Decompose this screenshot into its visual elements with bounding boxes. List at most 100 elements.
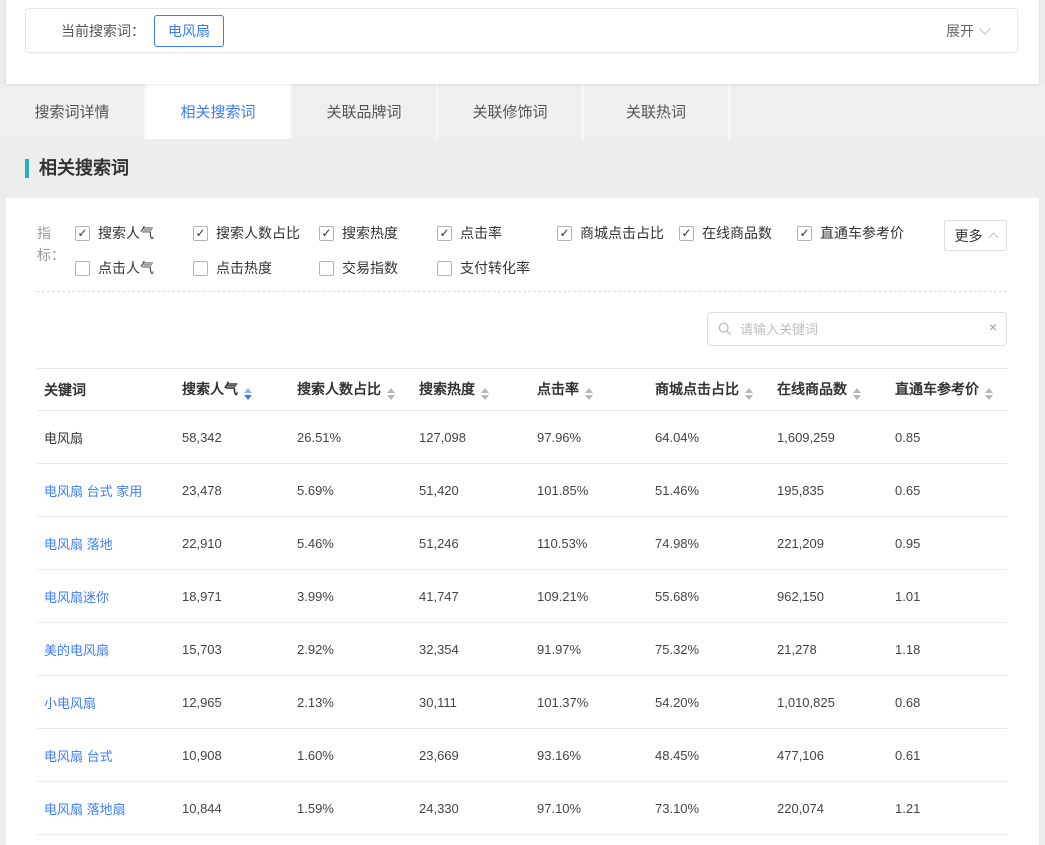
value-cell: 75.32% [655, 623, 777, 676]
keyword-link[interactable]: 电风扇 落地扇 [44, 802, 126, 817]
column-header[interactable]: 商城点击占比 [655, 369, 777, 411]
table-row: 电风扇 落地扇10,8441.59%24,33097.10%73.10%220,… [37, 782, 1007, 835]
value-cell: 0.85 [895, 411, 1007, 464]
checkbox-icon[interactable] [557, 226, 572, 241]
column-header-label: 搜索人气 [182, 381, 238, 397]
metrics-checkbox-grid: 搜索人气 搜索人数占比搜索热度点击率 商城点击占比 在线商品数 直通车参考价点击人气 点击… [75, 222, 957, 279]
search-input[interactable] [707, 312, 1007, 346]
metric-label: 搜索人数占比 [216, 223, 300, 243]
value-cell: 51,420 [419, 464, 537, 517]
checkbox-icon[interactable] [679, 226, 694, 241]
checkbox-icon[interactable] [193, 226, 208, 241]
sort-caret-icon[interactable] [853, 388, 861, 400]
checkbox-icon[interactable] [75, 261, 90, 276]
column-header-label: 直通车参考价 [895, 381, 979, 397]
value-cell: 51.46% [655, 464, 777, 517]
metric-checkbox-item[interactable]: 支付转化率 [437, 257, 557, 279]
metric-checkbox-item[interactable]: 搜索人数占比 [193, 222, 319, 244]
keyword-cell: 美的电风扇 [37, 623, 182, 676]
keyword-link[interactable]: 电风扇 台式 [44, 749, 113, 764]
keyword-link[interactable]: 电风扇 台式 家用 [44, 484, 142, 499]
metric-label: 商城点击占比 [580, 223, 664, 243]
column-header: 关键词 [37, 369, 182, 411]
metric-label: 在线商品数 [702, 223, 772, 243]
metric-checkbox-item[interactable]: 点击人气 [75, 257, 193, 279]
value-cell: 109.21% [537, 570, 655, 623]
clear-icon[interactable]: × [989, 319, 997, 335]
checkbox-icon[interactable] [437, 226, 452, 241]
keyword-cell: 电风扇 落地扇 [37, 782, 182, 835]
keyword-cell: 电风扇 [37, 411, 182, 464]
checkbox-icon[interactable] [797, 226, 812, 241]
tab-3[interactable]: 关联品牌词 [292, 84, 438, 139]
metric-checkbox-item[interactable]: 点击率 [437, 222, 557, 244]
keyword-link[interactable]: 电风扇 落地 [44, 537, 113, 552]
tab-4[interactable]: 关联修饰词 [438, 84, 584, 139]
value-cell: 74.98% [655, 517, 777, 570]
column-header[interactable]: 在线商品数 [777, 369, 895, 411]
column-header[interactable]: 点击率 [537, 369, 655, 411]
value-cell: 18,971 [182, 570, 297, 623]
sort-caret-icon[interactable] [481, 388, 489, 400]
table-header-row: 关键词 搜索人气 搜索人数占比搜索热度 点击率商城点击占比在线商品数直通车参考价 [37, 369, 1007, 411]
keyword-cell: 电风扇 落地 [37, 517, 182, 570]
sort-caret-icon[interactable] [387, 388, 395, 400]
column-header[interactable]: 直通车参考价 [895, 369, 1007, 411]
metric-label: 点击热度 [216, 258, 272, 278]
value-cell: 127,098 [419, 411, 537, 464]
more-button[interactable]: 更多 [944, 220, 1007, 251]
table-row: 电风扇58,34226.51%127,09897.96%64.04%1,609,… [37, 411, 1007, 464]
value-cell: 97.10% [537, 782, 655, 835]
metric-checkbox-item[interactable]: 在线商品数 [679, 222, 797, 244]
keyword-link[interactable]: 电风扇迷你 [44, 590, 109, 605]
metric-checkbox-item[interactable]: 点击热度 [193, 257, 319, 279]
sort-caret-icon[interactable] [985, 388, 993, 400]
column-header[interactable]: 搜索热度 [419, 369, 537, 411]
value-cell: 91.97% [537, 623, 655, 676]
related-search-panel: 指标： 搜索人气搜索人数占比搜索热度点击率商城点击占比在线商品数直通车参考价点击… [6, 198, 1039, 845]
tab-5[interactable]: 关联热词 [584, 84, 730, 139]
expand-toggle[interactable]: 展开 [946, 9, 989, 52]
metrics-label: 指标： [37, 222, 75, 279]
value-cell: 73.10% [655, 782, 777, 835]
value-cell: 41,747 [419, 570, 537, 623]
divider [37, 291, 1007, 292]
sort-caret-icon[interactable] [585, 388, 593, 400]
checkbox-icon[interactable] [75, 226, 90, 241]
current-search-card: 当前搜索词： 电风扇 展开 [25, 8, 1018, 53]
metric-checkbox-item[interactable]: 交易指数 [319, 257, 437, 279]
expand-label: 展开 [946, 21, 974, 41]
keyword-link[interactable]: 美的电风扇 [44, 643, 109, 658]
more-button-label: 更多 [955, 226, 983, 246]
column-header-label: 关键词 [44, 382, 86, 398]
value-cell: 0.65 [895, 464, 1007, 517]
value-cell: 1,010,825 [777, 676, 895, 729]
column-header[interactable]: 搜索人气 [182, 369, 297, 411]
tab-1[interactable]: 搜索词详情 [0, 84, 146, 139]
metric-checkbox-item[interactable]: 搜索热度 [319, 222, 437, 244]
tab-2[interactable]: 相关搜索词 [146, 84, 292, 139]
column-header-label: 搜索热度 [419, 381, 475, 397]
table-row: 美的电风扇15,7032.92%32,35491.97%75.32%21,278… [37, 623, 1007, 676]
value-cell: 93.16% [537, 729, 655, 782]
checkbox-icon[interactable] [437, 261, 452, 276]
value-cell: 15,703 [182, 623, 297, 676]
checkbox-icon[interactable] [319, 226, 334, 241]
metric-checkbox-item[interactable]: 商城点击占比 [557, 222, 679, 244]
checkbox-icon[interactable] [319, 261, 334, 276]
sort-caret-icon[interactable] [244, 388, 252, 400]
checkbox-icon[interactable] [193, 261, 208, 276]
value-cell: 51,246 [419, 517, 537, 570]
table-row: 电风扇迷你18,9713.99%41,747109.21%55.68%962,1… [37, 570, 1007, 623]
metric-checkbox-item[interactable]: 直通车参考价 [797, 222, 957, 244]
metric-checkbox-item[interactable]: 搜索人气 [75, 222, 193, 244]
column-header[interactable]: 搜索人数占比 [297, 369, 419, 411]
value-cell: 1,609,259 [777, 411, 895, 464]
metrics-filter: 指标： 搜索人气 搜索人数占比搜索热度点击率 商城点击占比 在线商品数 直通车参考价点击… [37, 222, 1007, 279]
keyword-cell: 电风扇迷你 [37, 570, 182, 623]
keyword-link[interactable]: 小电风扇 [44, 696, 96, 711]
current-search-term-tag[interactable]: 电风扇 [154, 15, 224, 47]
metric-label: 点击人气 [98, 258, 154, 278]
value-cell: 2.13% [297, 676, 419, 729]
sort-caret-icon[interactable] [745, 388, 753, 400]
